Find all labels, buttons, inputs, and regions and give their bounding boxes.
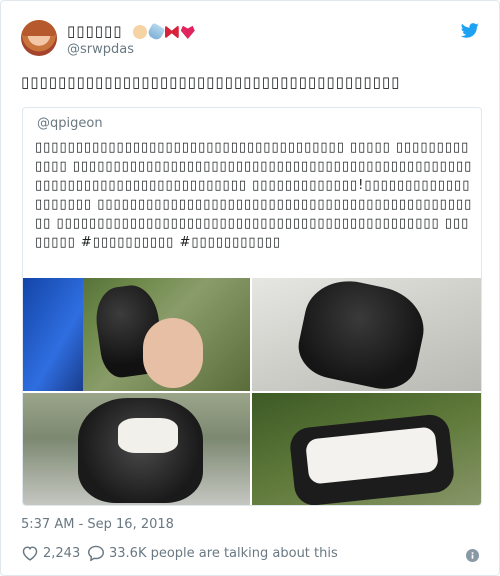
ice-cream-bar-shape (292, 278, 432, 391)
photo-bar-cross-section[interactable] (252, 393, 481, 505)
speech-bubble-icon (87, 545, 105, 561)
twitter-bird-icon[interactable] (461, 23, 479, 38)
tweet-timestamp[interactable]: 5:37 AM - Sep 16, 2018 (21, 517, 174, 532)
author-display-name[interactable]: ▯▯▯▯▯▯ (67, 22, 197, 42)
quoted-author-handle[interactable]: @qpigeon (37, 116, 103, 131)
oreo-package-shape (23, 278, 83, 391)
baby-face-icon (132, 25, 147, 39)
tweet-text: ▯▯▯▯▯▯▯▯▯▯▯▯▯▯▯▯▯▯▯▯▯▯▯▯▯▯▯▯▯▯▯▯▯▯▯▯▯▯▯▯… (21, 73, 401, 91)
photo-dark-bar-closeup[interactable] (252, 278, 481, 391)
photo-bitten-bar[interactable] (23, 393, 250, 505)
talking-count: 33.6K people are talking about this (109, 545, 338, 561)
heart-icon (22, 546, 38, 561)
embedded-tweet: ▯▯▯▯▯▯ @srwpdas ▯▯▯▯▯▯▯▯▯▯▯▯▯▯▯▯▯▯▯▯▯▯▯▯… (0, 0, 500, 576)
like-button[interactable]: 2,243 (21, 545, 80, 561)
baby-bottle-icon (146, 22, 166, 42)
quoted-tweet-text: ▯▯▯▯▯▯▯▯▯▯▯▯▯▯▯▯▯▯▯▯▯▯▯▯▯▯▯▯▯▯▯▯▯▯▯▯▯▯ ▯… (35, 140, 473, 250)
avatar[interactable] (21, 20, 57, 56)
conversation-link[interactable]: 33.6K people are talking about this (87, 545, 338, 561)
info-icon[interactable] (466, 549, 479, 562)
like-count: 2,243 (43, 545, 81, 561)
two-hearts-icon (180, 25, 195, 39)
ribbon-icon (164, 25, 179, 39)
quoted-tweet[interactable]: @qpigeon ▯▯▯▯▯▯▯▯▯▯▯▯▯▯▯▯▯▯▯▯▯▯▯▯▯▯▯▯▯▯▯… (22, 107, 482, 506)
hand-shape (143, 318, 203, 388)
avatar-hair (21, 20, 57, 36)
photo-oreo-bar-package[interactable] (23, 278, 250, 391)
cream-filling-shape (118, 418, 178, 453)
author-handle[interactable]: @srwpdas (67, 42, 134, 57)
author-name-text[interactable]: ▯▯▯▯▯▯ (67, 22, 123, 40)
name-emoji-row (132, 22, 197, 42)
